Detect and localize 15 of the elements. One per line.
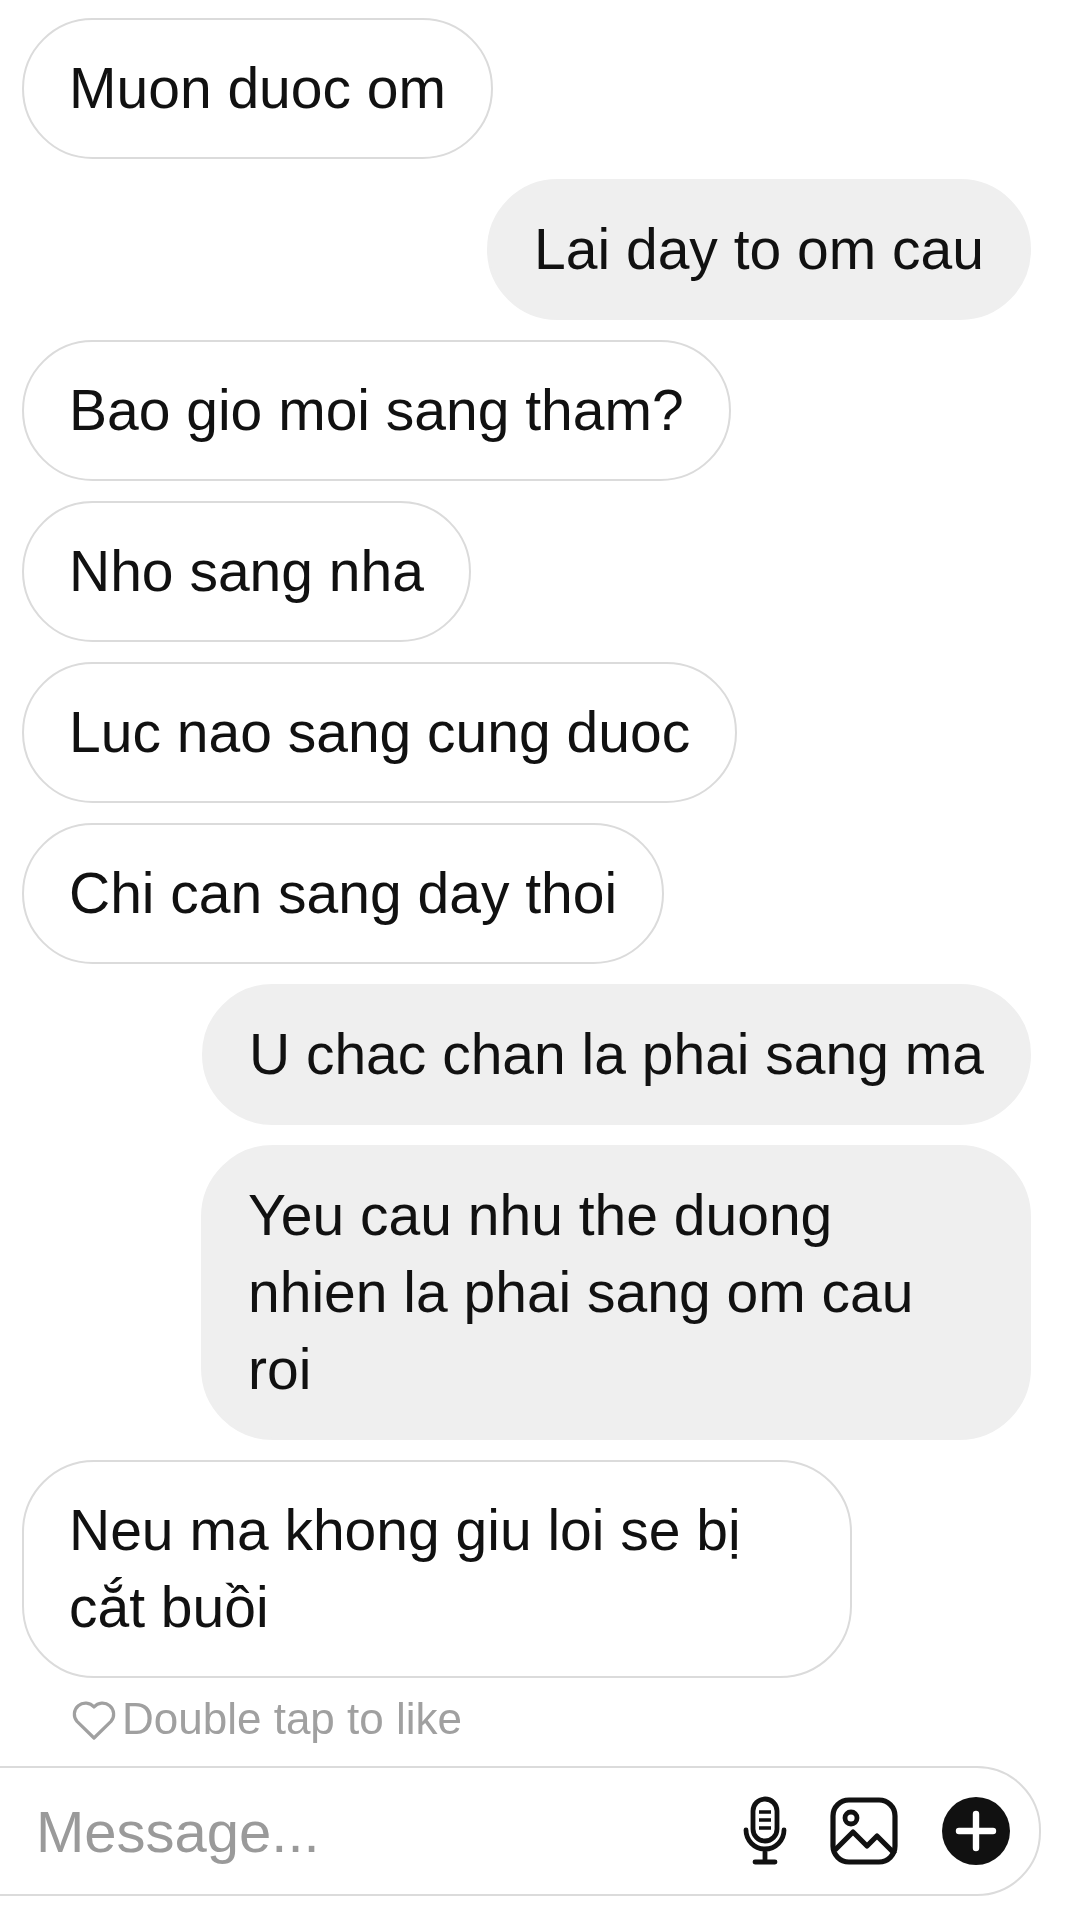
microphone-icon[interactable] <box>743 1796 787 1866</box>
received-message: Neu ma khong giu loi se bị cắt buồi <box>22 1460 852 1678</box>
received-message: Chi can sang day thoi <box>22 823 665 964</box>
sent-message: Lai day to om cau <box>487 179 1031 320</box>
received-message: Nho sang nha <box>22 501 471 642</box>
received-message: Muon duoc om <box>22 18 494 159</box>
image-icon[interactable] <box>829 1796 899 1866</box>
plus-icon[interactable] <box>941 1796 1011 1866</box>
received-message: Bao gio moi sang tham? <box>22 340 731 481</box>
sent-message: Yeu cau nhu the duong nhien la phai sang om cau roi <box>201 1145 1031 1440</box>
like-hint: Double tap to like <box>122 1694 462 1744</box>
message-field[interactable]: Message... <box>0 1766 1041 1896</box>
sent-message: U chac chan la phai sang ma <box>201 984 1031 1125</box>
received-message: Luc nao sang cung duoc <box>22 662 738 803</box>
message-input[interactable]: Message... <box>34 1796 701 1866</box>
